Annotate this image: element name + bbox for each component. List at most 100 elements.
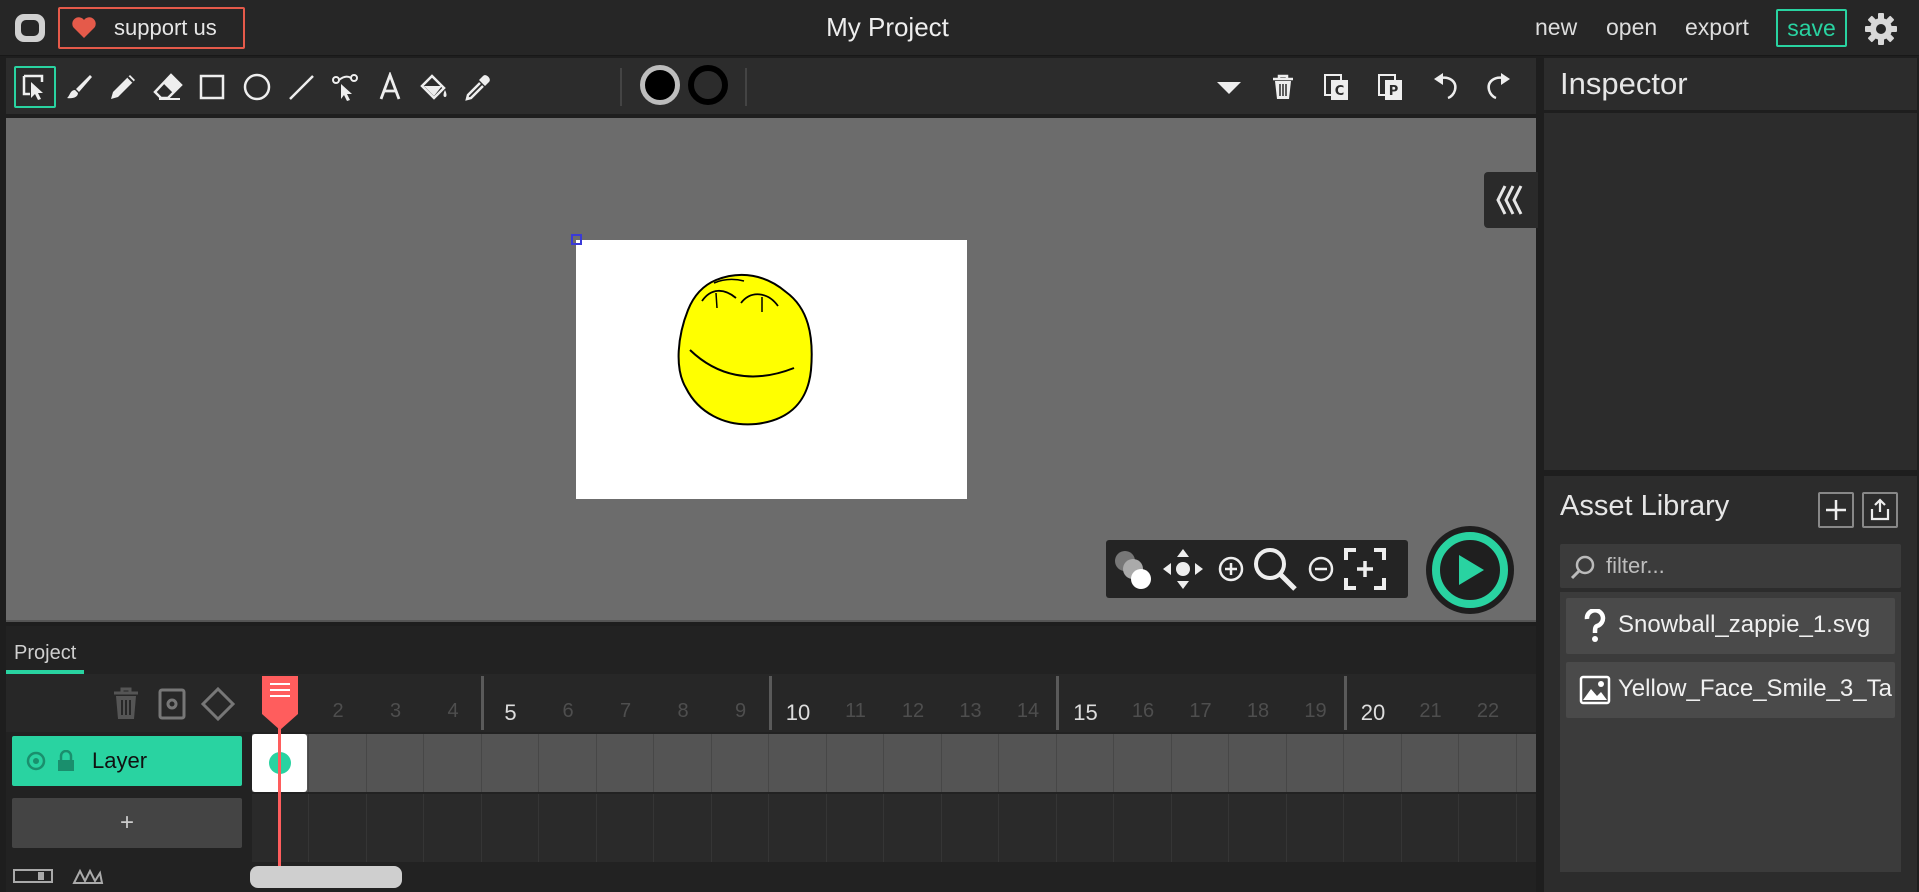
pencil-tool-icon[interactable] (102, 66, 144, 108)
text-tool-icon[interactable] (369, 66, 411, 108)
layer-name[interactable]: Layer (92, 748, 147, 774)
layer-row[interactable]: Layer (12, 736, 242, 786)
play-button[interactable] (1426, 526, 1514, 614)
collapse-panel-chevrons-icon[interactable] (1484, 172, 1538, 228)
canvas-area[interactable] (6, 118, 1538, 622)
frame-cell[interactable] (827, 794, 884, 862)
add-layer-button[interactable]: + (12, 798, 242, 848)
frame-cell[interactable] (540, 794, 597, 862)
frame-cell[interactable] (1460, 794, 1517, 862)
ellipse-tool-icon[interactable] (236, 66, 278, 108)
frame-cell[interactable] (1345, 734, 1402, 792)
frame-cell[interactable] (597, 734, 654, 792)
frame-size-toggle-icon[interactable] (12, 866, 54, 886)
frame-cell[interactable] (1517, 734, 1536, 792)
copy-icon[interactable]: C (1316, 66, 1358, 108)
save-button[interactable]: save (1776, 9, 1847, 47)
stage[interactable] (576, 240, 967, 499)
frame-cell[interactable] (1000, 734, 1057, 792)
frame-cell[interactable] (1057, 794, 1114, 862)
options-dropdown-icon[interactable] (1208, 66, 1250, 108)
frame-cell[interactable] (425, 734, 482, 792)
frame-cell[interactable] (712, 734, 769, 792)
frame-cell[interactable] (482, 734, 539, 792)
rectangle-tool-icon[interactable] (191, 66, 233, 108)
fit-to-screen-icon[interactable] (1342, 546, 1388, 592)
frame-cell[interactable] (1287, 734, 1344, 792)
open-project-link[interactable]: open (1606, 14, 1657, 41)
new-project-link[interactable]: new (1535, 14, 1577, 41)
brush-tool-icon[interactable] (58, 66, 100, 108)
export-link[interactable]: export (1685, 14, 1749, 41)
onion-skin-icon[interactable] (1110, 546, 1156, 592)
delete-layer-trash-icon[interactable] (108, 686, 144, 722)
pan-move-icon[interactable] (1160, 546, 1206, 592)
frame-cell[interactable] (885, 734, 942, 792)
paste-icon[interactable]: P (1370, 66, 1412, 108)
cursor-tool-icon[interactable] (14, 66, 56, 108)
frame-cell[interactable] (827, 734, 884, 792)
empty-frames-track[interactable] (252, 794, 1536, 862)
selection-origin-handle[interactable] (571, 234, 582, 245)
asset-item[interactable]: Yellow_Face_Smile_3_Ta (1566, 662, 1895, 718)
zoom-in-icon[interactable] (1208, 546, 1254, 592)
frame-cell[interactable] (1230, 794, 1287, 862)
frame-cell[interactable] (1345, 794, 1402, 862)
frame-cell[interactable] (942, 794, 999, 862)
zoom-out-icon[interactable] (1298, 546, 1344, 592)
settings-gear-icon[interactable] (1862, 10, 1900, 48)
audio-waveform-icon[interactable] (72, 866, 104, 886)
layer-lock-icon[interactable] (54, 749, 78, 773)
playhead-handle[interactable] (260, 674, 300, 730)
redo-icon[interactable] (1478, 66, 1520, 108)
frame-cell[interactable] (1460, 734, 1517, 792)
layer-frames-track[interactable] (252, 734, 1536, 792)
frame-cell[interactable] (1115, 794, 1172, 862)
add-tween-icon[interactable] (154, 686, 190, 722)
frame-cell[interactable] (1172, 794, 1229, 862)
frame-cell[interactable] (885, 794, 942, 862)
frame-cell[interactable] (540, 734, 597, 792)
frame-cell[interactable] (1115, 734, 1172, 792)
frame-cell[interactable] (770, 734, 827, 792)
undo-icon[interactable] (1424, 66, 1466, 108)
frame-cell[interactable] (1000, 794, 1057, 862)
smiley-face-drawing[interactable] (576, 240, 967, 499)
frame-cell[interactable] (597, 794, 654, 862)
frame-cell[interactable] (655, 794, 712, 862)
import-asset-plus-icon[interactable] (1818, 492, 1854, 528)
frame-ruler[interactable]: 23456789101112131415161718192021222 (252, 674, 1536, 732)
frame-cell[interactable] (367, 794, 424, 862)
add-keyframe-diamond-icon[interactable] (200, 686, 236, 722)
path-cursor-tool-icon[interactable] (324, 66, 366, 108)
zoom-magnifier-icon[interactable] (1252, 546, 1298, 592)
frame-cell[interactable] (1402, 794, 1459, 862)
frame-cell[interactable] (1172, 734, 1229, 792)
layer-visibility-eye-icon[interactable] (24, 749, 48, 773)
frame-cell[interactable] (1057, 734, 1114, 792)
frame-cell[interactable] (1402, 734, 1459, 792)
eyedropper-tool-icon[interactable] (457, 66, 499, 108)
frame-cell[interactable] (1230, 734, 1287, 792)
stroke-color-swatch[interactable] (688, 65, 728, 105)
frame-cell[interactable] (310, 794, 367, 862)
asset-filter-input[interactable] (1606, 550, 1891, 582)
frame-cell[interactable] (1517, 794, 1536, 862)
frame-cell[interactable] (310, 734, 367, 792)
frame-cell[interactable] (655, 734, 712, 792)
export-asset-share-icon[interactable] (1862, 492, 1898, 528)
frame-cell[interactable] (482, 794, 539, 862)
line-tool-icon[interactable] (280, 66, 322, 108)
asset-item[interactable]: Snowball_zappie_1.svg (1566, 598, 1895, 654)
eraser-tool-icon[interactable] (147, 66, 189, 108)
fill-color-swatch[interactable] (640, 65, 680, 105)
delete-trash-icon[interactable] (1262, 66, 1304, 108)
fill-bucket-tool-icon[interactable] (413, 66, 455, 108)
frame-cell[interactable] (425, 794, 482, 862)
timeline-horizontal-scrollbar[interactable] (250, 866, 402, 888)
frame-cell[interactable] (712, 794, 769, 862)
frame-cell[interactable] (942, 734, 999, 792)
frame-cell[interactable] (367, 734, 424, 792)
frame-cell[interactable] (1287, 794, 1344, 862)
frame-cell[interactable] (770, 794, 827, 862)
